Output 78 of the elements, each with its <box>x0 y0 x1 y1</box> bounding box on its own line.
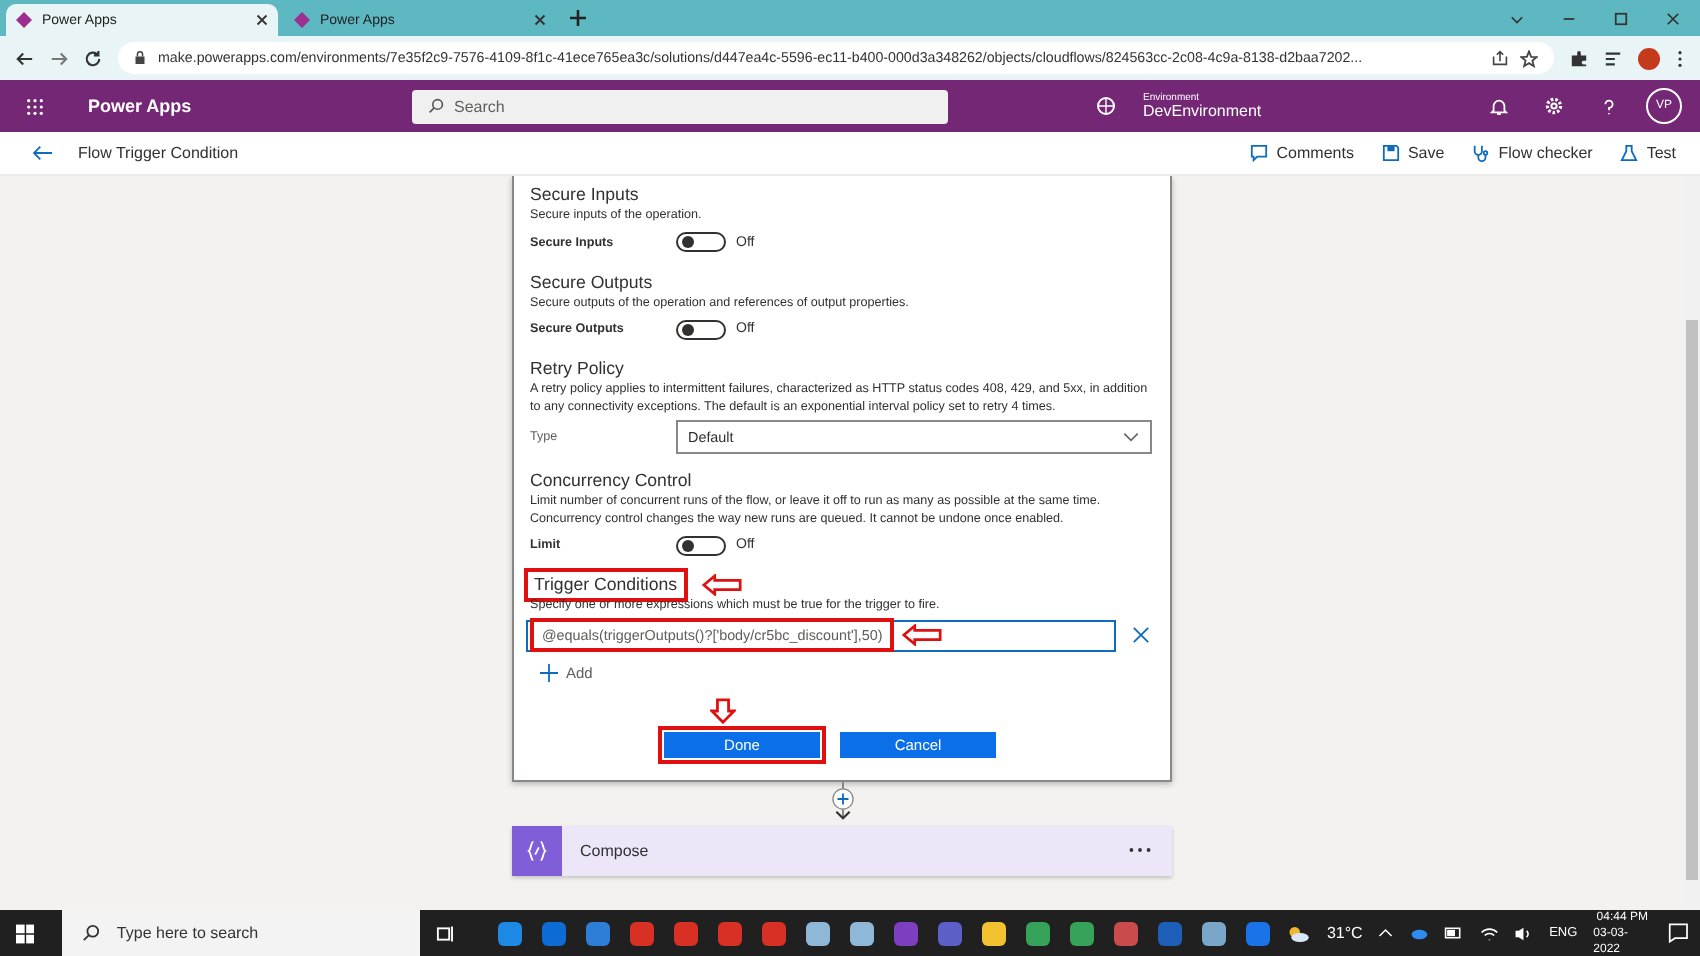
arrow-icon <box>902 624 943 646</box>
section-title: Retry Policy <box>530 358 624 380</box>
close-icon[interactable] <box>534 14 546 26</box>
arrow-icon <box>710 697 736 723</box>
app-icon[interactable] <box>1202 921 1227 945</box>
comments-button[interactable]: Comments <box>1250 144 1354 162</box>
scrollbar-thumb[interactable] <box>1686 320 1698 880</box>
arrow-icon <box>701 574 742 596</box>
globe-icon <box>1095 96 1115 116</box>
search-icon <box>428 98 444 114</box>
help-icon[interactable] <box>1600 97 1618 115</box>
windows-icon[interactable] <box>16 923 35 943</box>
share-icon[interactable] <box>1492 50 1508 66</box>
chevron-up-icon[interactable] <box>1378 928 1394 938</box>
close-icon[interactable] <box>1132 626 1150 644</box>
star-icon[interactable] <box>1520 49 1538 67</box>
chevron-down-icon <box>1122 432 1140 442</box>
arrow-down-icon <box>833 809 851 819</box>
back-icon[interactable] <box>16 49 34 67</box>
section-title: Secure Inputs <box>530 184 639 206</box>
task-view-icon[interactable] <box>435 923 455 943</box>
app-name: Power Apps <box>88 96 194 116</box>
puzzle-icon[interactable] <box>1570 49 1588 67</box>
test-button[interactable]: Test <box>1620 144 1676 162</box>
app-launcher-icon[interactable] <box>26 97 44 115</box>
speaker-icon[interactable] <box>1514 925 1534 941</box>
stethoscope-icon <box>1472 144 1491 162</box>
bell-icon[interactable] <box>1490 97 1508 115</box>
action-title: Compose <box>580 841 649 859</box>
more-icon[interactable] <box>1128 846 1152 854</box>
avatar-icon[interactable] <box>1638 47 1660 69</box>
plus-icon <box>540 663 558 681</box>
braces-icon <box>512 825 562 875</box>
cloud-icon[interactable] <box>1409 926 1429 940</box>
section-title: Concurrency Control <box>530 470 692 492</box>
environment-name[interactable]: DevEnvironment <box>1143 103 1343 119</box>
maximize-icon[interactable] <box>1614 11 1628 25</box>
search-field[interactable]: Search <box>412 89 948 123</box>
list-icon[interactable] <box>1604 49 1622 67</box>
more-icon[interactable] <box>1676 49 1684 67</box>
app-icon[interactable] <box>1070 921 1095 945</box>
search-icon <box>82 924 101 942</box>
reload-icon[interactable] <box>84 49 102 67</box>
add-step-icon[interactable] <box>831 787 853 809</box>
app-icon[interactable] <box>806 921 831 945</box>
comment-icon <box>1250 144 1269 162</box>
app-logo-icon <box>16 12 32 28</box>
weather-temperature[interactable]: 31°C <box>1326 924 1363 942</box>
app-icon[interactable] <box>1026 921 1051 945</box>
battery-icon[interactable] <box>1444 926 1464 940</box>
checker-button[interactable]: Flow checker <box>1472 144 1593 162</box>
save-button[interactable]: Save <box>1381 144 1445 162</box>
chevron-down-icon[interactable] <box>1510 11 1524 25</box>
app-icon[interactable] <box>982 921 1007 945</box>
app-logo-icon <box>294 12 310 28</box>
app-icon[interactable] <box>850 921 875 945</box>
action-card[interactable]: Compose <box>512 825 1172 875</box>
flow-title: Flow Trigger Condition <box>78 144 239 162</box>
taskbar-search-field[interactable]: Type here to search <box>62 910 420 956</box>
forward-icon[interactable] <box>50 49 68 67</box>
flask-icon <box>1620 144 1639 162</box>
save-icon <box>1381 144 1400 162</box>
close-icon[interactable] <box>256 14 268 26</box>
lock-icon <box>134 50 146 66</box>
back-icon[interactable] <box>32 144 54 162</box>
wifi-icon[interactable] <box>1479 925 1499 941</box>
section-title: Trigger Conditions <box>530 574 682 596</box>
section-title: Secure Outputs <box>530 271 653 293</box>
close-icon[interactable] <box>1666 11 1680 25</box>
toggle-switch[interactable] <box>676 319 726 339</box>
notification-icon[interactable] <box>1667 922 1688 944</box>
toggle-switch[interactable] <box>676 535 726 555</box>
app-icon[interactable] <box>586 921 611 945</box>
new-tab-icon[interactable] <box>570 10 586 26</box>
weather-icon[interactable] <box>1286 923 1311 943</box>
app-icon[interactable] <box>498 921 523 945</box>
toggle-switch[interactable] <box>676 232 726 252</box>
settings-icon[interactable] <box>1544 96 1564 116</box>
